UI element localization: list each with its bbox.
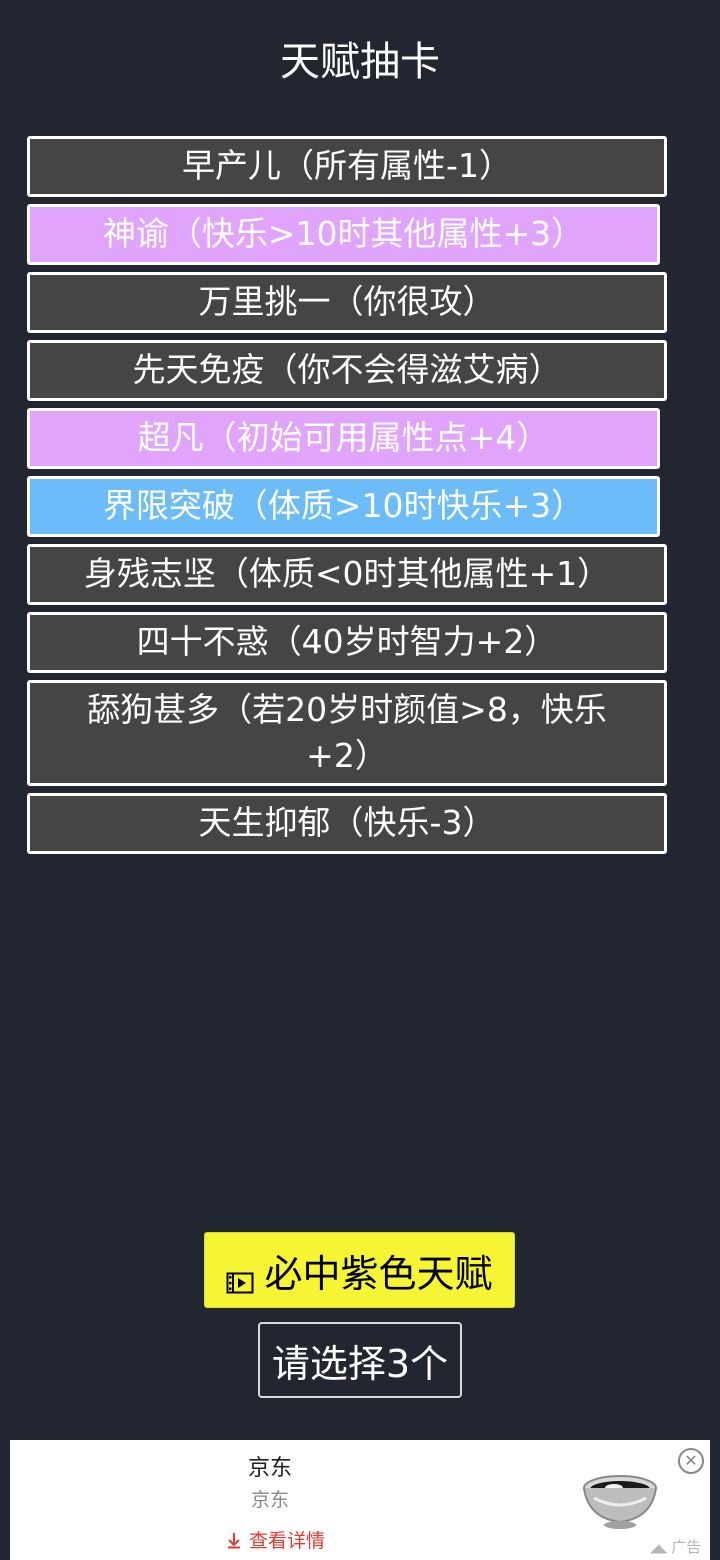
close-icon[interactable]: ✕ bbox=[678, 1448, 704, 1474]
talent-card[interactable]: 四十不惑（40岁时智力+2） bbox=[27, 612, 667, 673]
ad-details-link-label: 查看详情 bbox=[249, 1530, 326, 1552]
talent-card[interactable]: 早产儿（所有属性-1） bbox=[27, 136, 667, 197]
talent-list: 早产儿（所有属性-1） 神谕（快乐>10时其他属性+3） 万里挑一（你很攻） 先… bbox=[27, 136, 667, 861]
guarantee-purple-talent-button[interactable]: 必中紫色天赋 bbox=[204, 1232, 515, 1308]
talent-card[interactable]: 界限突破（体质>10时快乐+3） bbox=[27, 476, 660, 537]
talent-card[interactable]: 神谕（快乐>10时其他属性+3） bbox=[27, 204, 660, 265]
talent-card[interactable]: 万里挑一（你很攻） bbox=[27, 272, 667, 333]
talent-card[interactable]: 天生抑郁（快乐-3） bbox=[27, 793, 667, 854]
guarantee-button-label: 必中紫色天赋 bbox=[264, 1251, 493, 1296]
talent-card[interactable]: 舔狗甚多（若20岁时颜值>8，快乐+2） bbox=[27, 680, 667, 786]
ad-title: 京东 bbox=[247, 1456, 292, 1481]
page-title: 天赋抽卡 bbox=[280, 39, 440, 85]
download-arrow-icon bbox=[225, 1530, 249, 1552]
talent-card[interactable]: 先天免疫（你不会得滋艾病） bbox=[27, 340, 667, 401]
ad-logo-icon: ◢◣ bbox=[650, 1541, 667, 1555]
talent-card[interactable]: 身残志坚（体质<0时其他属性+1） bbox=[27, 544, 667, 605]
talent-card[interactable]: 超凡（初始可用属性点+4） bbox=[27, 408, 660, 469]
video-film-icon bbox=[226, 1259, 254, 1294]
steel-bowl-image[interactable] bbox=[578, 1468, 662, 1532]
ad-subtitle: 京东 bbox=[250, 1489, 289, 1511]
ad-details-link[interactable]: 查看详情 bbox=[205, 1526, 345, 1553]
ad-mark-text: 广告 bbox=[671, 1538, 702, 1556]
select-three-button[interactable]: 请选择3个 bbox=[258, 1322, 462, 1398]
ad-banner[interactable]: 京东 京东 查看详情 ✕ ◢◣ 广告 bbox=[10, 1440, 710, 1560]
ad-label: ◢◣ 广告 bbox=[650, 1536, 701, 1557]
